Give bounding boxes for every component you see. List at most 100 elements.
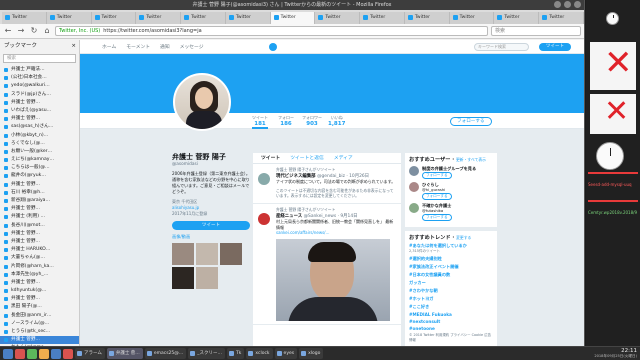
stat-tweets[interactable]: ツイート 181: [252, 115, 268, 129]
stat-following[interactable]: フォロー 186: [278, 115, 294, 127]
taskbar-task[interactable]: xlogo: [299, 348, 324, 359]
bookmark-item[interactable]: 小林(@kbyt_n)…: [0, 132, 79, 140]
bookmark-item[interactable]: (公社)日本社会…: [0, 74, 79, 82]
bookmark-item[interactable]: sas(@sas_h)さん…: [0, 123, 79, 131]
tab-tweets[interactable]: ツイート: [261, 153, 280, 163]
bookmark-item[interactable]: 本澤先生(@yh_…: [0, 271, 79, 279]
taskbar-task[interactable]: Tk: [227, 348, 245, 359]
bookmark-item[interactable]: 弁護士 菅野…: [0, 181, 79, 189]
close-window-button[interactable]: [574, 1, 581, 8]
media-thumbnail[interactable]: [172, 267, 194, 289]
suggestions-refresh-link[interactable]: 更新・すべて表示: [456, 157, 486, 162]
bookmark-item[interactable]: 弁護士 菅野…: [0, 230, 79, 238]
compose-tweet-button[interactable]: ツイート: [539, 42, 571, 51]
twitter-search-input[interactable]: キーワード検索: [474, 42, 529, 51]
xlogo-window[interactable]: ✕: [590, 42, 636, 90]
bookmark-item[interactable]: 弁護士 菅野…: [0, 238, 79, 246]
launcher-icon[interactable]: [51, 348, 61, 359]
bookmark-item[interactable]: ろくでなし(@…: [0, 140, 79, 148]
bookmark-item[interactable]: いわばえ(@yasu…: [0, 107, 79, 115]
suggested-follow-button[interactable]: フォローする: [422, 172, 452, 179]
bookmark-item[interactable]: お願い一般(@ker…: [0, 148, 79, 156]
bookmark-item[interactable]: スラド(@jp)さん…: [0, 91, 79, 99]
xclock-icon[interactable]: [596, 142, 624, 170]
profile-name[interactable]: 弁護士 菅野 陽子: [172, 152, 250, 162]
forward-button[interactable]: →: [16, 26, 26, 36]
suggested-user-avatar[interactable]: [409, 203, 419, 213]
bookmark-item[interactable]: 片岡修(@harn_ka…: [0, 263, 79, 271]
maximize-button[interactable]: [564, 1, 571, 8]
bookmark-item[interactable]: kdhyuntuk(@…: [0, 287, 79, 295]
trend-item[interactable]: ガッカー: [409, 280, 493, 286]
trend-item[interactable]: #選択的夫婦別姓: [409, 256, 493, 262]
browser-tab[interactable]: Twitter: [91, 12, 137, 24]
taskbar-task[interactable]: emacs25@…: [144, 348, 187, 359]
bookmark-item[interactable]: 黒田 陽子(@…: [0, 303, 79, 311]
taskbar-task[interactable]: _スクリー…: [188, 348, 226, 359]
tweet-photo[interactable]: [276, 238, 390, 321]
taskbar-task[interactable]: xclock: [246, 348, 273, 359]
taskbar-clock[interactable]: 22:11 2018年09月25日(火曜日): [594, 348, 637, 359]
taskbar-task[interactable]: eyes: [274, 348, 298, 359]
bookmark-item[interactable]: 大輩ちゃん(@…: [0, 254, 79, 262]
profile-handle[interactable]: @asomidasi: [172, 162, 250, 167]
bookmark-item[interactable]: 弁護士 菅野…: [0, 336, 79, 345]
browser-tab[interactable]: Twitter: [360, 12, 405, 24]
bookmark-item[interactable]: 弁護士 戸籍法…: [0, 66, 79, 74]
sidebar-title[interactable]: ブックマーク: [4, 40, 37, 53]
browser-search-input[interactable]: 検索: [491, 26, 581, 36]
trend-item[interactable]: #さわやかな朝: [409, 288, 493, 294]
home-button[interactable]: ⌂: [42, 26, 52, 36]
tweet[interactable]: 弁護士 菅野 陽子さんがリツイート 産経ニュース @Sankei_news · …: [253, 204, 401, 325]
footer-links[interactable]: © 2018 Twitter 利用規約 プライバシー Cookie 広告情報: [409, 333, 493, 343]
tab-media[interactable]: メディア: [334, 153, 353, 163]
url-bar[interactable]: Twitter, Inc. (US) https://twitter.com/a…: [55, 26, 488, 36]
launcher-icon[interactable]: [63, 348, 73, 359]
bookmark-item[interactable]: とうら(@tk_sec…: [0, 328, 79, 336]
minimize-button[interactable]: [554, 1, 561, 8]
media-thumbnail[interactable]: [196, 267, 218, 289]
reload-button[interactable]: ↻: [29, 26, 39, 36]
suggested-follow-button[interactable]: フォローする: [422, 214, 452, 221]
trend-item[interactable]: #家族法改正イベント開催: [409, 264, 493, 270]
bookmark-item[interactable]: 石川 裕幸(@h…: [0, 189, 79, 197]
browser-tab[interactable]: Twitter: [539, 12, 584, 24]
bookmark-item[interactable]: 弁護士 (利用) …: [0, 213, 79, 221]
bookmark-item[interactable]: 弁護士 菅野…: [0, 205, 79, 213]
tweet-to-button[interactable]: ツイート: [172, 221, 250, 230]
tweet[interactable]: 弁護士 菅野 陽子さんがリツイート 現代ビジネス編集部 @gendai_biz …: [253, 164, 401, 205]
browser-tab[interactable]: Twitter: [315, 12, 361, 24]
browser-tab[interactable]: Twitter: [404, 12, 450, 24]
bookmark-item[interactable]: 弁護士 菅野…: [0, 295, 79, 303]
browser-tab[interactable]: Twitter: [449, 12, 495, 24]
stat-followers[interactable]: フォロワー 903: [302, 115, 322, 127]
back-button[interactable]: ←: [3, 26, 13, 36]
media-thumbnail[interactable]: [196, 243, 218, 265]
tab-tweets-replies[interactable]: ツイートと返信: [290, 153, 324, 163]
browser-tab[interactable]: Twitter: [494, 12, 540, 24]
nav-messages[interactable]: メッセージ: [180, 43, 204, 50]
sidebar-close-button[interactable]: ×: [71, 40, 76, 53]
trend-item[interactable]: #onetoone: [409, 326, 493, 331]
tweet-link[interactable]: sankei.com/affairs/news/…: [276, 230, 330, 235]
twitter-bird-icon[interactable]: [268, 42, 277, 51]
browser-tab[interactable]: Twitter: [46, 12, 92, 24]
bookmark-item[interactable]: 新谷翔(@araiya…: [0, 197, 79, 205]
launcher-icon[interactable]: [15, 348, 25, 359]
trend-item[interactable]: #あなたは何を選択しているか 2,315件のツイート: [409, 243, 493, 254]
browser-tab[interactable]: Twitter: [225, 12, 271, 24]
trend-item[interactable]: #MEDIAL Fukuoka: [409, 312, 493, 317]
nav-moments[interactable]: モーメント: [126, 43, 150, 50]
tweet-avatar[interactable]: [258, 173, 270, 185]
bookmark-item[interactable]: 弁護士 菅野…: [0, 115, 79, 123]
site-identity-label[interactable]: Twitter, Inc. (US): [59, 27, 100, 35]
taskbar-task[interactable]: 弁護士 菅…: [106, 348, 143, 359]
launcher-icon[interactable]: [39, 348, 49, 359]
trend-item[interactable]: #ここ好き: [409, 304, 493, 310]
sidebar-search-input[interactable]: 検索: [3, 54, 76, 63]
follow-button[interactable]: フォローする: [450, 117, 492, 126]
suggested-user-avatar[interactable]: [409, 182, 419, 192]
nav-home[interactable]: ホーム: [102, 43, 116, 50]
suggested-follow-button[interactable]: フォローする: [422, 193, 452, 200]
bookmark-item[interactable]: こちらは一般(@…: [0, 164, 79, 172]
